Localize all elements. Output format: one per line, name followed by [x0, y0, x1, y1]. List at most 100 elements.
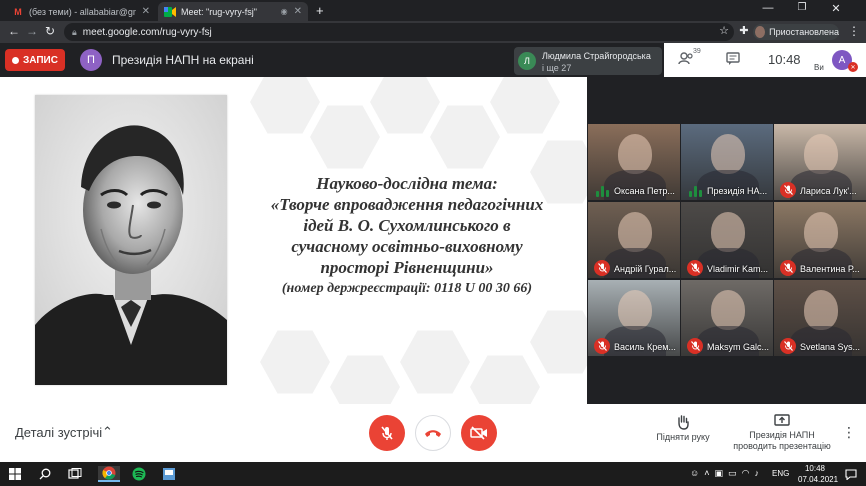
app-window-icon[interactable]: [160, 466, 178, 482]
minimize-icon[interactable]: —: [754, 2, 782, 14]
leave-call-button[interactable]: [415, 415, 451, 451]
participant-grid: Оксана Петр... Президія НА... Лариса Лук'.…: [587, 77, 866, 404]
participant-video: [804, 290, 838, 330]
maximize-icon[interactable]: ❐: [788, 2, 816, 13]
language-indicator[interactable]: ENG: [772, 469, 789, 478]
chevron-up-icon[interactable]: ⌃: [102, 424, 113, 440]
spotify-icon[interactable]: [130, 466, 148, 482]
active-speaker-chip[interactable]: Л Людмила Страйгородська і ще 27: [514, 47, 662, 75]
participant-name: Vladimir Kam...: [707, 264, 769, 274]
network-icon: ▣: [714, 468, 724, 478]
search-icon[interactable]: [36, 466, 54, 482]
wifi-icon: ◠: [741, 468, 750, 478]
profile-button[interactable]: Приостановлена: [753, 24, 839, 40]
participant-tile[interactable]: Василь Крем...: [588, 280, 680, 356]
system-tray[interactable]: ☺ ˄ ▣ ▭ ◠ ♪: [690, 468, 759, 479]
people-icon[interactable]: [678, 52, 694, 68]
hexagon-decoration: [400, 330, 470, 394]
meet-header-actions: 39 10:48 A Ви ✕: [664, 43, 866, 77]
close-icon[interactable]: ✕: [142, 6, 150, 17]
meeting-details-button[interactable]: Деталі зустрічі: [15, 425, 102, 440]
participant-tile[interactable]: Лариса Лук'...: [774, 124, 866, 200]
meeting-controls: Деталі зустрічі ⌃ Підняти руку Президія …: [0, 404, 866, 462]
task-view-icon[interactable]: [66, 466, 84, 482]
windows-start-icon[interactable]: [6, 466, 24, 482]
address-bar[interactable]: 🔒︎ meet.google.com/rug-vyry-fsj: [64, 23, 734, 41]
avatar: [755, 26, 766, 38]
hexagon-decoration: [330, 355, 400, 404]
chat-icon[interactable]: [726, 52, 740, 68]
mic-off-icon: [594, 260, 610, 276]
hexagon-decoration: [490, 77, 560, 134]
self-label: Ви: [814, 63, 824, 72]
mic-off-icon: ✕: [848, 62, 858, 72]
speaker-more: і ще 27: [542, 63, 572, 73]
volume-icon: ♪: [754, 468, 759, 478]
participant-video: [711, 134, 745, 174]
back-icon[interactable]: ←: [6, 24, 22, 38]
camera-toggle-button[interactable]: [461, 415, 497, 451]
record-dot-icon: ◉: [280, 7, 288, 16]
browser-menu-icon[interactable]: ⋮: [846, 24, 862, 38]
presentation-button[interactable]: Президія НАПН проводить презентацію: [732, 414, 832, 452]
mic-toggle-button[interactable]: [369, 415, 405, 451]
hexagon-decoration: [250, 77, 320, 134]
recording-badge: ЗАПИС: [5, 49, 65, 71]
slide-topic-line: «Творче впровадження педагогічних: [270, 195, 544, 214]
speaking-indicator-icon: [687, 183, 703, 197]
slide-topic-line: сучасному освітньо-виховному: [291, 237, 523, 256]
hexagon-decoration: [430, 105, 500, 169]
presenter-title: Президія НАПН на екрані: [112, 53, 254, 67]
raise-hand-button[interactable]: Підняти руку: [648, 414, 718, 442]
camera-off-icon: [470, 426, 487, 440]
participant-tile[interactable]: Валентина Р...: [774, 202, 866, 278]
chrome-taskbar-icon[interactable]: [98, 466, 120, 482]
gmail-icon: M: [14, 6, 22, 17]
mic-off-icon: [687, 260, 703, 276]
hexagon-decoration: [470, 355, 540, 404]
participant-tile[interactable]: Оксана Петр...: [588, 124, 680, 200]
presentation-slide: Науково-дослідна тема: «Творче впровадже…: [0, 77, 587, 404]
notifications-icon[interactable]: [842, 466, 860, 482]
hang-up-icon: [425, 430, 441, 437]
hexagon-decoration: [260, 330, 330, 394]
more-options-icon[interactable]: ⋮: [842, 424, 856, 441]
browser-toolbar: ← → ↻ 🔒︎ meet.google.com/rug-vyry-fsj ☆ …: [0, 21, 866, 43]
mic-off-icon: [381, 426, 393, 440]
browser-tab-meet[interactable]: Meet: "rug-vyry-fsj" ◉ ✕: [158, 2, 308, 21]
chevron-up-icon: ˄: [704, 468, 710, 478]
participant-name: Президія НА...: [707, 186, 768, 196]
speaker-name: Людмила Страйгородська: [542, 51, 651, 61]
browser-tab-gmail[interactable]: M (без теми) - allababiar@gmail.co ✕: [6, 2, 156, 21]
participant-tile[interactable]: Svetlana Sys...: [774, 280, 866, 356]
close-window-icon[interactable]: ✕: [822, 2, 850, 15]
participant-name: Валентина Р...: [800, 264, 860, 274]
participant-name: Василь Крем...: [614, 342, 676, 352]
participant-video: [618, 290, 652, 330]
extensions-icon[interactable]: ✚: [736, 24, 752, 37]
slide-topic-line: ідей В. О. Сухомлинського в: [303, 216, 511, 235]
participant-tile[interactable]: Президія НА...: [681, 124, 773, 200]
meeting-clock: 10:48: [768, 52, 801, 67]
participant-tile[interactable]: Vladimir Kam...: [681, 202, 773, 278]
participant-video: [711, 290, 745, 330]
battery-icon: ▭: [728, 468, 737, 478]
close-icon[interactable]: ✕: [294, 6, 302, 17]
people-tray-icon: ☺: [690, 468, 700, 478]
mic-off-icon: [780, 338, 796, 354]
hexagon-decoration: [530, 310, 587, 374]
taskbar-clock[interactable]: 10:48 07.04.2021: [798, 463, 838, 485]
participant-tile[interactable]: Maksym Galc...: [681, 280, 773, 356]
participant-tile[interactable]: Андрій Гурал...: [588, 202, 680, 278]
speaker-avatar: Л: [518, 52, 536, 70]
participant-video: [804, 134, 838, 174]
new-tab-button[interactable]: +: [316, 3, 324, 18]
slide-heading: Науково-дослідна тема:: [316, 174, 498, 193]
portrait-photo: [35, 95, 227, 385]
mic-off-icon: [687, 338, 703, 354]
star-icon[interactable]: ☆: [716, 24, 732, 37]
url-text: meet.google.com/rug-vyry-fsj: [82, 26, 212, 38]
reload-icon[interactable]: ↻: [42, 24, 58, 38]
participant-video: [804, 212, 838, 252]
forward-icon[interactable]: →: [24, 24, 40, 38]
